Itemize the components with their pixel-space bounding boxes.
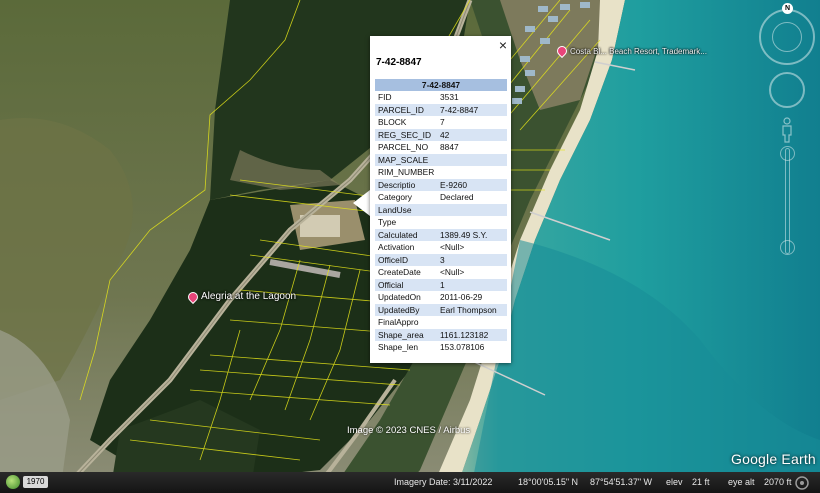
- attribute-table: 7-42-8847 FID 3531 PARCEL_ID 7-42-8847 BLOCK…: [375, 79, 507, 354]
- attribute-value: [437, 153, 507, 166]
- attribute-row: Category Declared: [375, 191, 507, 204]
- attribute-key: RIM_NUMBER: [378, 167, 435, 178]
- attribute-table-header: 7-42-8847: [375, 79, 507, 91]
- attribute-row: Shape_area 1161.123182: [375, 328, 507, 341]
- elevation-readout: 21 ft: [692, 477, 710, 487]
- attribute-row: Activation <Null>: [375, 241, 507, 254]
- imagery-date: Imagery Date: 3/11/2022: [394, 477, 493, 487]
- attribute-value: 1: [437, 278, 507, 291]
- attribute-row: FinalAppro: [375, 316, 507, 329]
- elevation-label: elev: [666, 477, 683, 487]
- attribute-row: UpdatedBy Earl Thompson: [375, 303, 507, 316]
- attribute-row: FID 3531: [375, 91, 507, 104]
- attribute-key: BLOCK: [378, 117, 407, 128]
- attribute-key: LandUse: [375, 203, 437, 216]
- historical-year-badge[interactable]: 1970: [23, 476, 48, 488]
- placemark-pin-icon: [185, 289, 201, 304]
- attribute-key: Activation: [378, 242, 415, 253]
- compass-center[interactable]: [772, 22, 802, 52]
- zoom-out-button[interactable]: [780, 240, 795, 255]
- attribute-key: UpdatedBy: [375, 303, 437, 316]
- attribute-value: [437, 216, 507, 229]
- attribute-key: Type: [378, 217, 397, 228]
- attribute-key: PARCEL_ID: [375, 103, 437, 116]
- compass-north-label[interactable]: N: [782, 3, 793, 14]
- attribute-value: <Null>: [440, 242, 465, 253]
- attribute-key: OfficeID: [375, 253, 437, 266]
- attribute-row: Official 1: [375, 278, 507, 291]
- historical-imagery-icon[interactable]: [6, 475, 20, 489]
- attribute-value: Earl Thompson: [437, 303, 507, 316]
- longitude-readout: 87°54'51.37" W: [590, 477, 653, 487]
- google-earth-logo: Google Earth: [731, 451, 816, 467]
- eye-altitude-readout: 2070 ft: [764, 477, 792, 487]
- status-bar: 1970 Imagery Date: 3/11/2022 18°00'05.15…: [0, 472, 820, 493]
- attribute-key: REG_SEC_ID: [375, 128, 437, 141]
- attribute-value: E-9260: [437, 178, 507, 191]
- attribute-row: MAP_SCALE: [375, 153, 507, 166]
- attribute-row: UpdatedOn 2011-06-29: [375, 291, 507, 304]
- attribute-value: 7-42-8847: [437, 103, 507, 116]
- attribute-key: Category: [378, 192, 412, 203]
- attribute-value: 8847: [440, 142, 459, 153]
- attribute-key: FID: [378, 92, 392, 103]
- attribute-value: 3531: [440, 92, 459, 103]
- attribute-value: 1161.123182: [437, 328, 507, 341]
- attribute-value: [437, 203, 507, 216]
- attribute-row: LandUse: [375, 203, 507, 216]
- attribute-value: 2011-06-29: [440, 292, 483, 303]
- attribute-value: 7: [440, 117, 445, 128]
- attribute-value: 153.078106: [440, 342, 485, 353]
- zoom-slider-icon[interactable]: [785, 148, 790, 254]
- parcel-info-balloon: × 7-42-8847 7-42-8847 FID 3531 PARCEL_ID 7-…: [370, 36, 511, 363]
- attribute-key: Shape_area: [375, 328, 437, 341]
- placemark-costa-blanca[interactable]: Costa Bl... Beach Resort, Trademark...: [554, 43, 707, 59]
- attribute-row: Shape_len 153.078106: [375, 341, 507, 354]
- attribute-key: Shape_len: [378, 342, 419, 353]
- attribute-row: Type: [375, 216, 507, 229]
- attribute-row: Descriptio E-9260: [375, 178, 507, 191]
- placemark-alegria[interactable]: Alegria at the Lagoon: [185, 289, 297, 304]
- close-icon[interactable]: ×: [499, 38, 507, 52]
- attribute-row: CreateDate <Null>: [375, 266, 507, 279]
- attribute-row: OfficeID 3: [375, 253, 507, 266]
- attribute-key: CreateDate: [378, 267, 421, 278]
- attribute-value: <Null>: [440, 267, 465, 278]
- balloon-pointer: [353, 190, 370, 216]
- attribute-row: Calculated 1389.49 S.Y.: [375, 228, 507, 241]
- attribute-key: Descriptio: [375, 178, 437, 191]
- look-joystick-icon[interactable]: [769, 72, 805, 108]
- placemark-label: Costa Bl... Beach Resort, Trademark...: [570, 46, 707, 56]
- streaming-icon: [795, 476, 809, 490]
- attribute-row: BLOCK 7: [375, 116, 507, 129]
- attribute-key: PARCEL_NO: [378, 142, 429, 153]
- zoom-in-button[interactable]: [780, 146, 795, 161]
- attribute-key: FinalAppro: [378, 317, 419, 328]
- attribute-row: REG_SEC_ID 42: [375, 128, 507, 141]
- attribute-key: UpdatedOn: [378, 292, 421, 303]
- balloon-title: 7-42-8847: [376, 57, 422, 68]
- attribute-value: Declared: [440, 192, 474, 203]
- attribute-value: [437, 166, 507, 179]
- placemark-pin-icon: [554, 43, 570, 59]
- eye-altitude-label: eye alt: [728, 477, 755, 487]
- attribute-value: [437, 316, 507, 329]
- attribute-value: 3: [437, 253, 507, 266]
- attribute-row: PARCEL_NO 8847: [375, 141, 507, 154]
- placemark-label: Alegria at the Lagoon: [201, 291, 297, 302]
- latitude-readout: 18°00'05.15" N: [518, 477, 579, 487]
- attribute-value: 1389.49 S.Y.: [437, 228, 507, 241]
- attribute-key: Official: [375, 278, 437, 291]
- attribute-row: PARCEL_ID 7-42-8847: [375, 103, 507, 116]
- attribute-row: RIM_NUMBER: [375, 166, 507, 179]
- imagery-copyright: Image © 2023 CNES / Airbus: [347, 425, 471, 436]
- attribute-value: 42: [437, 128, 507, 141]
- attribute-key: Calculated: [375, 228, 437, 241]
- street-view-person-icon[interactable]: [781, 117, 793, 143]
- attribute-key: MAP_SCALE: [375, 153, 437, 166]
